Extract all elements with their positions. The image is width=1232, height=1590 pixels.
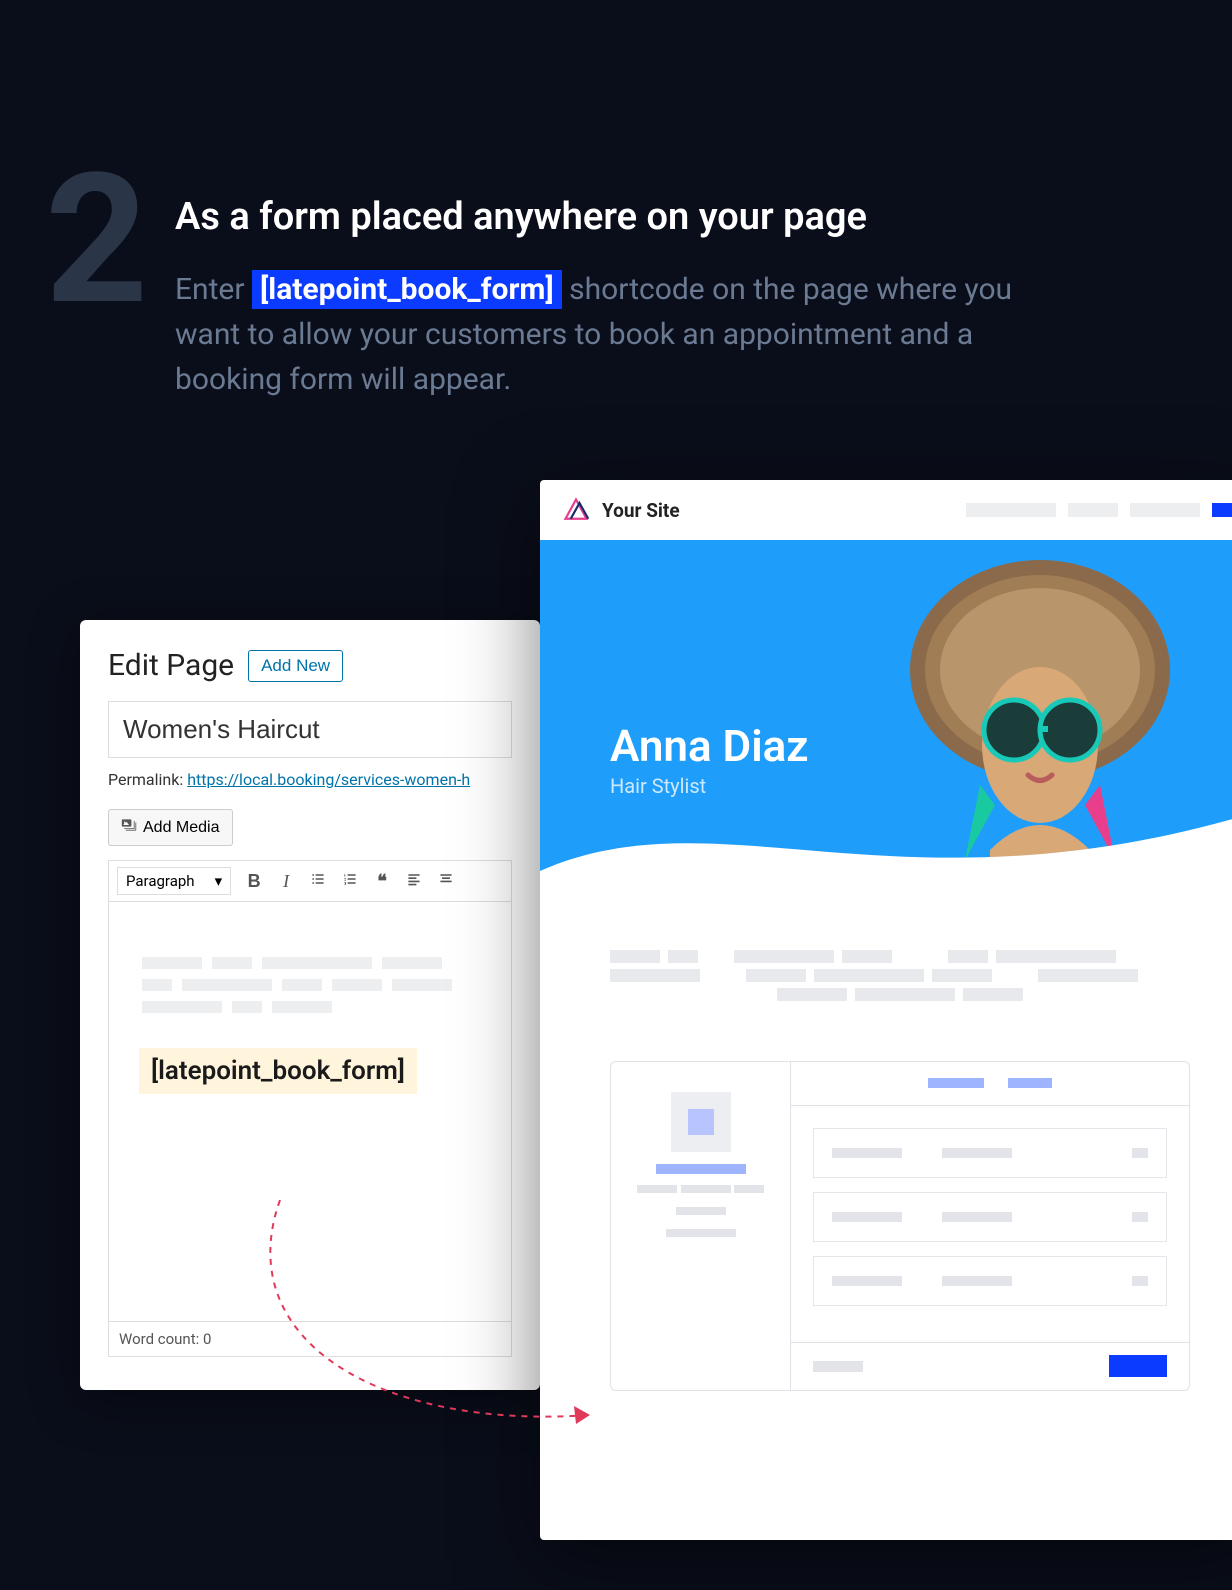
info-placeholder	[637, 1185, 677, 1193]
site-logo-icon	[562, 496, 590, 524]
post-title-input[interactable]	[108, 701, 512, 758]
media-icon	[121, 817, 137, 838]
placeholder-line	[332, 979, 382, 991]
form-option-row[interactable]	[813, 1192, 1167, 1242]
placeholder-line	[142, 979, 172, 991]
form-option-row[interactable]	[813, 1128, 1167, 1178]
align-left-icon[interactable]	[405, 871, 423, 892]
align-center-icon[interactable]	[437, 871, 455, 892]
add-new-button[interactable]: Add New	[248, 650, 343, 682]
placeholder-line	[212, 957, 252, 969]
cell-placeholder	[1132, 1148, 1148, 1158]
word-count-row: Word count: 0	[108, 1322, 512, 1357]
info-placeholder	[681, 1185, 731, 1193]
cell-placeholder	[832, 1276, 902, 1286]
nav-placeholder	[966, 503, 1056, 517]
placeholder-line	[142, 957, 202, 969]
editor-content-area[interactable]: [latepoint_book_form]	[108, 902, 512, 1322]
hero-banner: Anna Diaz Hair Stylist	[540, 540, 1232, 900]
text-placeholder	[610, 950, 660, 963]
hero-name: Anna Diaz	[610, 720, 809, 772]
desc-text-before: Enter	[175, 272, 252, 307]
permalink-base: https://local.booking/	[187, 770, 341, 789]
word-count-value: 0	[203, 1330, 211, 1348]
shortcode-in-editor: [latepoint_book_form]	[139, 1048, 417, 1094]
placeholder-line	[182, 979, 272, 991]
text-placeholder	[610, 969, 700, 982]
text-placeholder	[932, 969, 992, 982]
form-submit-button[interactable]	[1109, 1355, 1167, 1377]
site-preview-panel: Your Site Anna Diaz Hair Stylist	[540, 480, 1232, 1540]
permalink-link[interactable]: https://local.booking/services-women-h	[187, 770, 470, 789]
text-placeholder	[734, 950, 834, 963]
avatar-placeholder	[671, 1092, 731, 1152]
text-placeholder	[668, 950, 698, 963]
step-number: 2	[45, 150, 148, 330]
footer-placeholder	[813, 1361, 863, 1372]
add-media-label: Add Media	[143, 819, 220, 837]
permalink-label: Permalink:	[108, 770, 183, 789]
form-tab-placeholder[interactable]	[1008, 1078, 1052, 1088]
placeholder-line	[282, 979, 322, 991]
text-placeholder	[777, 988, 847, 1001]
brand-name: Your Site	[602, 499, 680, 522]
wp-editor-panel: Edit Page Add New Permalink: https://loc…	[80, 620, 540, 1390]
text-placeholder	[855, 988, 955, 1001]
nav-accent-placeholder	[1212, 503, 1232, 517]
bullet-list-icon[interactable]	[309, 871, 327, 892]
form-tab-placeholder[interactable]	[928, 1078, 984, 1088]
editor-toolbar: Paragraph ▾ B I ❝	[108, 860, 512, 902]
info-placeholder	[734, 1185, 764, 1193]
text-placeholder	[963, 988, 1023, 1001]
word-count-label: Word count:	[119, 1330, 199, 1348]
cell-placeholder	[1132, 1276, 1148, 1286]
placeholder-line	[232, 1001, 262, 1013]
cell-placeholder	[942, 1276, 1012, 1286]
hero-wave	[540, 781, 1232, 900]
cell-placeholder	[832, 1212, 902, 1222]
name-bar-placeholder	[656, 1164, 746, 1174]
text-placeholder	[746, 969, 806, 982]
placeholder-line	[142, 1001, 222, 1013]
text-placeholder	[948, 950, 988, 963]
booking-form-card	[610, 1061, 1190, 1391]
nav-placeholder	[1130, 503, 1200, 517]
bold-icon[interactable]: B	[245, 871, 263, 892]
chevron-down-icon: ▾	[215, 872, 223, 890]
form-right-panel	[791, 1062, 1189, 1390]
section-description: Enter [latepoint_book_form] shortcode on…	[175, 267, 1055, 402]
form-option-row[interactable]	[813, 1256, 1167, 1306]
permalink-row: Permalink: https://local.booking/service…	[108, 770, 512, 789]
italic-icon[interactable]: I	[277, 871, 295, 892]
form-footer	[791, 1342, 1189, 1391]
cell-placeholder	[942, 1148, 1012, 1158]
permalink-slug: services-women-h	[341, 770, 470, 789]
placeholder-line	[272, 1001, 332, 1013]
placeholder-line	[382, 957, 442, 969]
form-tabs	[791, 1062, 1189, 1106]
placeholder-line	[262, 957, 372, 969]
format-label: Paragraph	[126, 872, 195, 890]
blockquote-icon[interactable]: ❝	[373, 871, 391, 892]
info-placeholder	[676, 1207, 726, 1215]
section-title: As a form placed anywhere on your page	[175, 195, 1055, 239]
cell-placeholder	[1132, 1212, 1148, 1222]
numbered-list-icon[interactable]	[341, 871, 359, 892]
site-header: Your Site	[540, 480, 1232, 540]
nav-placeholder	[1068, 503, 1118, 517]
shortcode-highlight: [latepoint_book_form]	[252, 270, 562, 309]
text-placeholder	[996, 950, 1116, 963]
text-placeholder	[842, 950, 892, 963]
cell-placeholder	[942, 1212, 1012, 1222]
text-placeholder	[814, 969, 924, 982]
placeholder-line	[392, 979, 452, 991]
format-select[interactable]: Paragraph ▾	[117, 867, 231, 895]
heading-block: As a form placed anywhere on your page E…	[175, 195, 1055, 402]
edit-page-heading: Edit Page	[108, 648, 234, 683]
cell-placeholder	[832, 1148, 902, 1158]
add-media-button[interactable]: Add Media	[108, 809, 233, 846]
form-left-panel	[611, 1062, 791, 1390]
text-placeholder	[1038, 969, 1138, 982]
info-placeholder	[666, 1229, 736, 1237]
